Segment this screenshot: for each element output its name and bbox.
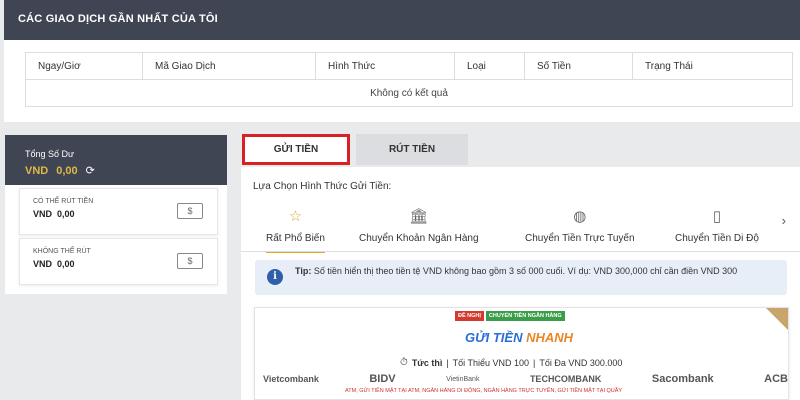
deposit-methods: ☆ Rất Phổ Biến 🏛 Chuyển Khoản Ngân Hàng … <box>241 207 800 255</box>
deposit-panel: GỬI TIỀN RÚT TIỀN Lựa Chọn Hình Thức Gửi… <box>241 130 800 400</box>
column-header-datetime[interactable]: Ngay/Giơ <box>25 52 143 80</box>
bank-methods-note: ATM, GỬI TIỀN MẶT TẠI ATM, NGÂN HÀNG DI … <box>345 388 623 394</box>
bank-transfer-badge: CHUYỂN TIỀN NGÂN HÀNG <box>485 311 565 321</box>
total-balance-title: Tổng Số Dư <box>25 149 75 159</box>
non-withdrawable-currency: VND <box>33 259 53 269</box>
bank-logos: Vietcombank BIDV VietinBank TECHCOMBANK … <box>263 373 788 385</box>
divider <box>241 251 800 252</box>
refresh-icon[interactable]: ⟳ <box>86 164 95 177</box>
bank-logo: BIDV <box>369 373 396 385</box>
balance-panel: Tổng Số Dư VND 0,00 ⟳ CÓ THỂ RÚT TIỀN VN… <box>5 135 227 294</box>
column-header-method[interactable]: Hình Thức <box>315 52 455 80</box>
method-online-transfer[interactable]: ◍ Chuyển Tiền Trực Tuyến <box>525 207 635 244</box>
method-mobile-transfer[interactable]: ▯ Chuyển Tiền Di Độ <box>675 207 759 244</box>
column-header-type[interactable]: Loại <box>454 52 525 80</box>
method-label: Rất Phổ Biến <box>266 233 325 244</box>
tab-deposit[interactable]: GỬI TIỀN <box>242 134 350 165</box>
method-label: Chuyển Khoản Ngân Hàng <box>359 233 479 244</box>
tip-prefix: Tip: <box>295 266 312 276</box>
mobile-icon: ▯ <box>712 208 722 225</box>
column-header-status[interactable]: Trạng Thái <box>632 52 793 80</box>
cash-icon: $ <box>177 203 203 219</box>
withdrawable-balance-card: CÓ THỂ RÚT TIỀN VND 0,00 $ <box>19 188 218 235</box>
clock-icon: ⏱ <box>400 357 408 368</box>
column-header-transaction-id[interactable]: Mã Giao Dịch <box>142 52 316 80</box>
fast-deposit-card[interactable]: ĐỀ NGHỊ CHUYỂN TIỀN NGÂN HÀNG GỬI TIỀN N… <box>254 307 789 400</box>
empty-result-text: Không có kết quả <box>25 79 793 107</box>
bank-logo: Vietcombank <box>263 374 319 384</box>
tip-text: Số tiền hiển thị theo tiền tệ VND không … <box>313 266 738 276</box>
table-header-row: Ngay/Giơ Mã Giao Dịch Hình Thức Loại Số … <box>25 52 793 80</box>
fast-deposit-info: ⏱ Tức thì | Tối Thiểu VND 100 | Tối Đa V… <box>400 357 622 368</box>
column-header-amount[interactable]: Số Tiền <box>524 52 633 80</box>
globe-icon: ◍ <box>573 208 587 225</box>
max-amount: Tối Đa VND 300.000 <box>539 357 623 368</box>
fast-deposit-title: GỬI TIỀN NHANH <box>465 330 573 345</box>
method-popular[interactable]: ☆ Rất Phổ Biến <box>266 207 325 253</box>
deposit-body: Lựa Chọn Hình Thức Gửi Tiền: ☆ Rất Phổ B… <box>241 167 800 400</box>
bank-logo: Sacombank <box>651 373 714 385</box>
info-icon: i <box>267 269 283 285</box>
withdrawable-currency: VND <box>33 209 53 219</box>
bank-logo: ACB <box>764 373 788 385</box>
tip-box: i Tip: Số tiền hiển thị theo tiền tệ VND… <box>255 260 787 295</box>
bank-logo: TECHCOMBANK <box>529 374 602 384</box>
tab-withdraw[interactable]: RÚT TIỀN <box>356 134 468 165</box>
min-amount: Tối Thiểu VND 100 <box>452 357 530 368</box>
total-balance-currency: VND <box>25 164 49 177</box>
method-label: Chuyển Tiền Trực Tuyến <box>525 233 635 244</box>
non-withdrawable-amount: 0,00 <box>57 259 75 269</box>
deposit-tabs: GỬI TIỀN RÚT TIỀN <box>241 130 800 167</box>
speed-text: Tức thì <box>411 357 443 368</box>
recent-transactions-panel: CÁC GIAO DỊCH GẦN NHẤT CỦA TÔI Ngay/Giơ … <box>4 0 800 122</box>
recommend-badge: ĐỀ NGHỊ <box>455 311 484 321</box>
method-label: Chuyển Tiền Di Độ <box>675 233 759 244</box>
bank-icon: 🏛 <box>409 208 429 225</box>
fast-title-accent: NHANH <box>526 330 574 345</box>
fast-title-main: GỬI TIỀN <box>465 330 523 345</box>
chevron-right-icon[interactable]: › <box>782 213 786 228</box>
total-balance-value: 0,00 <box>56 164 78 177</box>
non-withdrawable-balance-card: KHÔNG THỂ RÚT VND 0,00 $ <box>19 238 218 285</box>
transactions-table: Ngay/Giơ Mã Giao Dịch Hình Thức Loại Số … <box>25 52 793 107</box>
total-balance-amount: VND 0,00 ⟳ <box>25 164 227 178</box>
separator: | <box>533 357 536 368</box>
corner-ribbon <box>766 308 788 330</box>
bank-logo: VietinBank <box>446 375 480 383</box>
recent-transactions-title: CÁC GIAO DỊCH GẦN NHẤT CỦA TÔI <box>4 0 800 40</box>
locked-cash-icon: $ <box>177 253 203 269</box>
total-balance-header: Tổng Số Dư VND 0,00 ⟳ <box>5 135 227 185</box>
separator: | <box>446 357 449 368</box>
table-row: Không có kết quả <box>25 79 793 107</box>
method-bank-transfer[interactable]: 🏛 Chuyển Khoản Ngân Hàng <box>359 207 479 244</box>
choose-method-label: Lựa Chọn Hình Thức Gửi Tiền: <box>253 181 392 192</box>
badges: ĐỀ NGHỊ CHUYỂN TIỀN NGÂN HÀNG <box>455 311 565 321</box>
star-icon: ☆ <box>288 208 303 225</box>
withdrawable-amount: 0,00 <box>57 209 75 219</box>
